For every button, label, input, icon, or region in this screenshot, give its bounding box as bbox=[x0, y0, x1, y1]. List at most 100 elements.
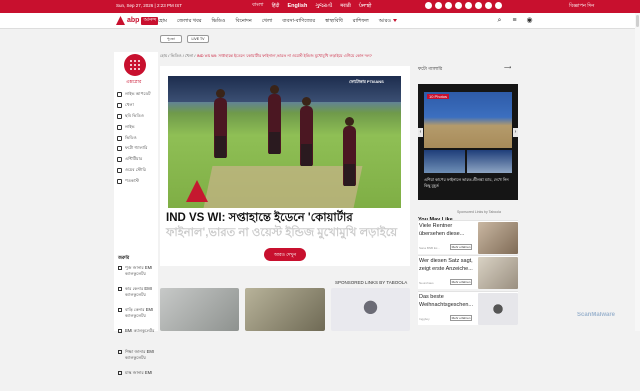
nav-more[interactable]: আরও bbox=[379, 18, 397, 26]
calculator-item[interactable]: মাস্ক জানার EMI bbox=[118, 370, 158, 391]
sponsored-thumb[interactable] bbox=[245, 288, 325, 331]
nav-home[interactable]: হোম bbox=[158, 18, 167, 26]
ad-text: Wer diesen Satz sagt, zeigt erste Anzeic… bbox=[419, 258, 473, 272]
sidebar-item[interactable]: ছবি ভিডিও bbox=[117, 111, 161, 122]
sidebar-item-label: ভিডিও bbox=[125, 134, 137, 140]
sidebar-item[interactable]: খেলা bbox=[117, 100, 161, 111]
breadcrumb-current: IND VS WI: সপ্তাহান্তে ইডেনে 'কোয়ার্টার… bbox=[196, 53, 372, 58]
lang-english[interactable]: English bbox=[287, 3, 307, 9]
sponsored-thumb[interactable] bbox=[330, 288, 410, 331]
sidebar-item[interactable]: লাইভ আপডেট bbox=[117, 89, 161, 100]
nav-video[interactable]: ভিডিও bbox=[212, 18, 226, 26]
learn-more-button[interactable]: Mehr erfahren bbox=[450, 244, 472, 250]
lang-marathi[interactable]: मराठी bbox=[340, 3, 351, 9]
search-icon[interactable]: ⌕ bbox=[495, 16, 504, 25]
chevron-left-icon[interactable]: ‹ bbox=[418, 128, 423, 137]
hero-video[interactable]: ফোটোকার PTI/IANS bbox=[168, 76, 401, 208]
nav-icons: ⌕ ≡ ◉ bbox=[495, 16, 534, 25]
calculator-item[interactable]: BMI ক্যালকুলেটর bbox=[118, 328, 158, 349]
calculator-icon bbox=[118, 266, 122, 270]
headline-faded-text: ফাইনাল',ভারত না ওয়েস্ট ইন্ডিজ মুখোমুখি … bbox=[166, 226, 398, 239]
sponsored-by-taboola[interactable]: Sponsored Links by Taboola bbox=[457, 210, 501, 214]
sidebar-item-label: এন্টিটিয়ার bbox=[125, 156, 143, 162]
advertise-link[interactable]: বিজ্ঞাপন দিন bbox=[569, 3, 594, 11]
ad-image bbox=[478, 293, 518, 325]
scrollbar-thumb[interactable] bbox=[636, 15, 639, 27]
nav-horoscope[interactable]: রাশিফল bbox=[353, 18, 369, 26]
nav-entertainment[interactable]: বিনোদন bbox=[235, 18, 251, 26]
top-bar: Sun, Sep 27, 2026 | 2:23 PM IST বাংলা हि… bbox=[0, 0, 640, 13]
puja-badge[interactable]: পুজো bbox=[160, 35, 182, 43]
calculator-icon bbox=[118, 350, 122, 354]
live-tv-icon bbox=[117, 124, 122, 130]
player-figure bbox=[343, 117, 356, 186]
ad-card[interactable]: Das beste Weihnachtsgeschen... Inggboy M… bbox=[418, 291, 518, 325]
lang-gujarati[interactable]: ગુજરાતી bbox=[315, 3, 332, 9]
ad-text: Das beste Weihnachtsgeschen... bbox=[419, 294, 474, 308]
read-more-button[interactable]: আরও দেখুন bbox=[264, 248, 306, 261]
logo-tag: আনন্দ bbox=[141, 16, 159, 25]
x-icon[interactable] bbox=[425, 2, 432, 9]
instagram-icon[interactable] bbox=[465, 2, 472, 9]
sidebar-item[interactable]: ভিডিও bbox=[117, 133, 161, 144]
live-icon bbox=[117, 91, 122, 97]
learn-more-button[interactable]: Mehr erfahren bbox=[450, 315, 472, 321]
user-icon[interactable]: ◉ bbox=[525, 16, 534, 25]
sidebar-item[interactable]: এন্টিটিয়ার bbox=[117, 154, 161, 165]
google-news-icon[interactable] bbox=[495, 2, 502, 9]
sidebar-item-label: ছবি ভিডিও bbox=[125, 112, 144, 118]
calculator-item[interactable]: বাড়ি কেনার EMI ক্যালকুলেটর bbox=[118, 307, 158, 328]
abp-play-icon[interactable] bbox=[186, 180, 208, 202]
nav-district[interactable]: জেলার খবর bbox=[177, 18, 202, 26]
gallery-caption: এশিয়া কাপের ফাইনালে ভারত-শ্রীলঙ্কা ম্যা… bbox=[424, 177, 509, 188]
player-figure bbox=[300, 97, 313, 166]
telegram-icon[interactable] bbox=[475, 2, 482, 9]
ad-source: Sana BNB Ex... bbox=[419, 246, 440, 250]
ad-source: Inggboy bbox=[419, 317, 430, 321]
nav-sports[interactable]: খেলা bbox=[262, 18, 273, 26]
lang-punjabi[interactable]: ਪੰਜਾਬੀ bbox=[359, 3, 372, 9]
calculator-item[interactable]: কার কেনার EMI ক্যালকুলেটর bbox=[118, 286, 158, 307]
logo-brand: abp bbox=[127, 17, 140, 24]
web-story-icon bbox=[117, 168, 122, 174]
facebook-icon[interactable] bbox=[435, 2, 442, 9]
sidebar-item[interactable]: পডকাস্ট bbox=[117, 176, 161, 187]
taboola-label: SPONSORED LINKS BY TABOOLA bbox=[335, 280, 408, 285]
grid-icon bbox=[130, 60, 140, 70]
ad-image bbox=[478, 257, 518, 289]
sidebar-item[interactable]: লাইভ bbox=[117, 122, 161, 133]
ad-card[interactable]: Viele Rentner übersehen diese... Sana BN… bbox=[418, 220, 518, 254]
language-switcher: বাংলা हिंदी English ગુજરાતી मराठी ਪੰਜਾਬੀ bbox=[252, 2, 371, 10]
abp-logo[interactable]: abp আনন্দ bbox=[116, 16, 159, 25]
explore-button[interactable] bbox=[124, 54, 146, 76]
player-figure bbox=[214, 89, 227, 158]
sidebar-list: লাইভ আপডেট খেলা ছবি ভিডিও লাইভ ভিডিও ফটো… bbox=[117, 89, 161, 187]
live-tv-badge[interactable]: LIVE TV bbox=[187, 35, 209, 43]
lang-hindi[interactable]: हिंदी bbox=[272, 3, 280, 9]
sidebar: এক্সপ্লোর লাইভ আপডেট খেলা ছবি ভিডিও লাইভ… bbox=[114, 52, 161, 375]
scrollbar[interactable] bbox=[635, 13, 640, 331]
nav-business[interactable]: ব্যবসা-বাণিজ্যের bbox=[282, 18, 315, 26]
threads-icon[interactable] bbox=[485, 2, 492, 9]
youtube-icon[interactable] bbox=[455, 2, 462, 9]
breadcrumb-trail[interactable]: হোম / ভিডিও / খেলা / bbox=[160, 53, 196, 58]
calculator-icon bbox=[118, 329, 122, 333]
photo-gallery-card[interactable]: 10 Photos ‹ › এশিয়া কাপের ফাইনালে ভারত-… bbox=[418, 84, 518, 200]
sidebar-item[interactable]: ওয়েব স্টোরি bbox=[117, 165, 161, 176]
sponsored-thumb[interactable] bbox=[160, 288, 240, 331]
calculator-item[interactable]: শিক্ষা জানার EMI ক্যালকুলেটর bbox=[118, 349, 158, 370]
nav-menu: হোম জেলার খবর ভিডিও বিনোদন খেলা ব্যবসা-ব… bbox=[158, 18, 397, 26]
calculator-item[interactable]: পুজ় জানার EMI ক্যালকুলেটর bbox=[118, 265, 158, 286]
sports-icon bbox=[117, 102, 122, 108]
whatsapp-icon[interactable] bbox=[445, 2, 452, 9]
ad-card[interactable]: Wer diesen Satz sagt, zeigt erste Anzeic… bbox=[418, 255, 518, 289]
menu-icon[interactable]: ≡ bbox=[510, 16, 519, 25]
photo-icon bbox=[117, 146, 122, 152]
chevron-right-icon[interactable]: › bbox=[513, 128, 518, 137]
nav-health[interactable]: স্বাস্থ্যবিধি bbox=[325, 18, 343, 26]
sidebar-item[interactable]: ফটো গ্যালারি bbox=[117, 143, 161, 154]
learn-more-button[interactable]: Mehr erfahren bbox=[450, 279, 472, 285]
lang-bangla[interactable]: বাংলা bbox=[252, 2, 264, 10]
arrow-right-icon[interactable]: ⟶ bbox=[504, 66, 517, 71]
play-icon bbox=[117, 135, 122, 141]
